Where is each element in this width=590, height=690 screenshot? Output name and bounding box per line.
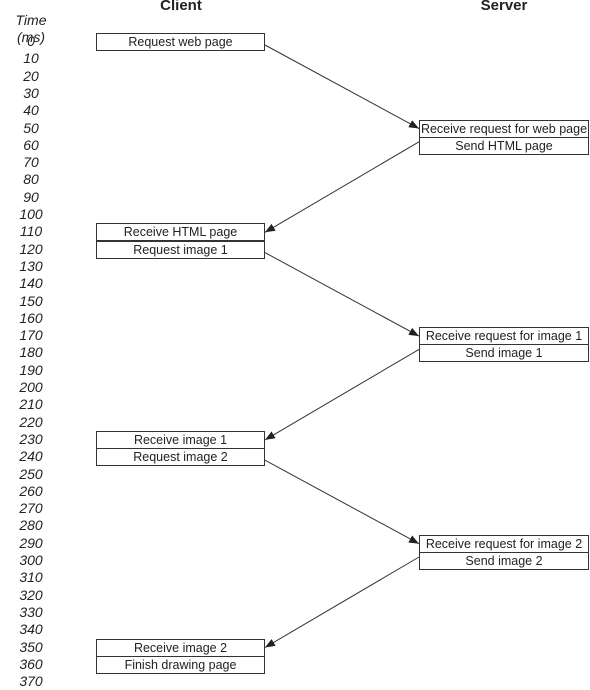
message-arrow: [264, 141, 420, 233]
client-event-box: Receive image 2: [96, 638, 265, 657]
message-arrow: [264, 348, 420, 441]
server-event-box: Receive request for image 2: [419, 534, 589, 553]
message-arrow: [264, 44, 420, 129]
server-event-box: Send image 2: [419, 552, 589, 570]
message-arrow: [264, 459, 420, 545]
server-event-box: Send image 1: [419, 344, 589, 363]
message-arrow: [264, 556, 420, 648]
client-event-box: Receive HTML page: [96, 223, 265, 242]
client-event-box: Request image 1: [96, 240, 265, 259]
client-event-box: Finish drawing page: [96, 655, 265, 674]
client-event-box: Request web page: [96, 33, 265, 51]
client-event-box: Receive image 1: [96, 430, 265, 449]
server-event-box: Receive request for image 1: [419, 327, 589, 346]
message-arrow: [264, 252, 420, 337]
server-event-box: Send HTML page: [419, 136, 589, 155]
client-event-box: Request image 2: [96, 448, 265, 467]
server-event-box: Receive request for web page: [419, 119, 589, 138]
